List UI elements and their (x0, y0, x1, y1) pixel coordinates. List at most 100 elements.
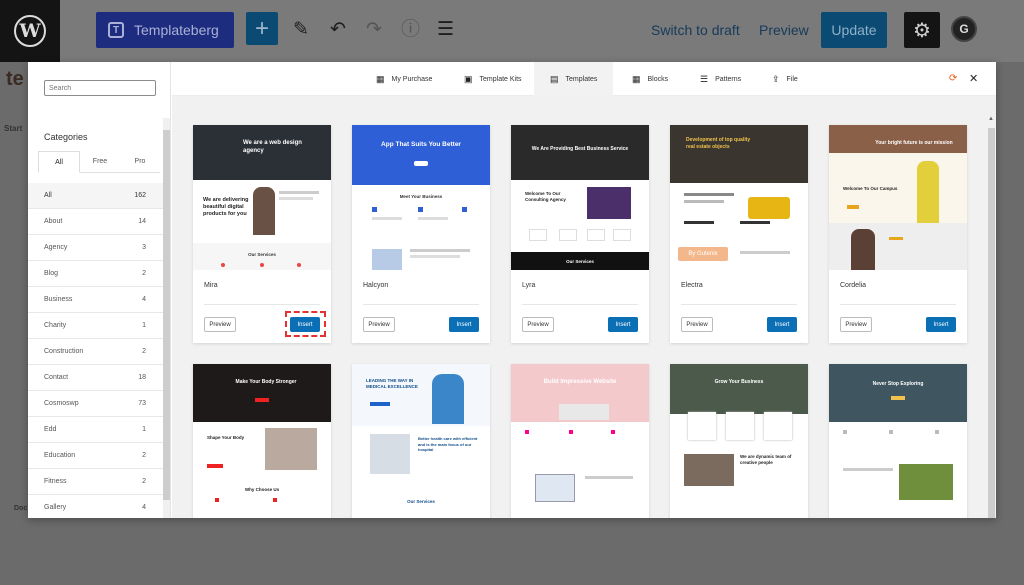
category-count: 2 (142, 478, 146, 485)
category-count: 162 (134, 192, 146, 199)
wordpress-icon: W (14, 15, 46, 47)
category-filter-tabs: All Free Pro (38, 151, 160, 173)
doc-text-fragment: Doc (14, 505, 28, 512)
wordpress-logo[interactable]: W (0, 0, 60, 62)
preview-button[interactable]: Preview (522, 317, 554, 332)
kit-icon: ▣ (464, 73, 473, 84)
tab-templates[interactable]: ▤ Templates (534, 62, 614, 96)
template-thumbnail[interactable]: We Are Providing Best Business Service W… (511, 125, 649, 270)
switch-to-draft-button[interactable]: Switch to draft (651, 22, 740, 38)
category-name: Gallery (44, 504, 67, 511)
blocks-icon: ▦ (632, 73, 641, 84)
categories-heading: Categories (44, 132, 88, 142)
template-thumbnail[interactable]: LEADING THE WAY IN MEDICAL EXCELLENCE Be… (352, 364, 490, 518)
tab-template-kits[interactable]: ▣ Template Kits (460, 62, 526, 96)
category-item-agency[interactable]: Agency 3 (28, 235, 163, 261)
add-block-button[interactable]: + (246, 12, 278, 45)
category-name: Education (44, 452, 76, 459)
category-item-business[interactable]: Business 4 (28, 287, 163, 313)
post-title-fragment: te (6, 68, 24, 90)
preview-button[interactable]: Preview (840, 317, 872, 332)
content-scrollbar[interactable]: ▲ (987, 114, 996, 518)
category-item-contact[interactable]: Contact 18 (28, 365, 163, 391)
category-count: 4 (142, 504, 146, 511)
category-count: 2 (142, 348, 146, 355)
category-count: 1 (142, 426, 146, 433)
insert-button[interactable]: Insert (449, 317, 479, 332)
category-item-gallery[interactable]: Gallery 4 (28, 495, 163, 518)
pencil-icon[interactable]: ✎ (293, 18, 309, 42)
template-card-cordelia: Your bright future is our mission Welcom… (829, 125, 967, 343)
templateberg-icon: T (108, 22, 124, 38)
template-name: Cordelia (840, 282, 867, 289)
category-count: 73 (138, 400, 146, 407)
category-list: All 162 About 14 Agency 3 Blog 2 Business 4 Charit… (28, 183, 163, 518)
template-card-exploring: Never Stop Exploring (829, 364, 967, 518)
undo-icon[interactable]: ↶ (330, 18, 346, 42)
category-name: All (44, 192, 52, 199)
category-count: 1 (142, 322, 146, 329)
category-item-edd[interactable]: Edd 1 (28, 417, 163, 443)
update-button[interactable]: Update (821, 12, 887, 48)
tab-patterns[interactable]: ☰ Patterns (696, 62, 745, 96)
template-card-grow-business: Grow Your Business We are dynamic team o… (670, 364, 808, 518)
template-thumbnail[interactable]: Build Impressive Website (511, 364, 649, 518)
upload-icon: ⇪ (772, 73, 780, 84)
category-item-blog[interactable]: Blog 2 (28, 261, 163, 287)
category-count: 2 (142, 452, 146, 459)
preview-button[interactable]: Preview (363, 317, 395, 332)
preview-button[interactable]: Preview (204, 317, 236, 332)
template-name: Halcyon (363, 282, 389, 289)
template-name: Lyra (522, 282, 536, 289)
category-name: Fitness (44, 478, 67, 485)
category-item-fitness[interactable]: Fitness 2 (28, 469, 163, 495)
list-icon: ☰ (700, 73, 709, 84)
close-icon[interactable]: ✕ (969, 72, 978, 85)
sidebar-scrollbar[interactable] (163, 118, 170, 518)
category-item-construction[interactable]: Construction 2 (28, 339, 163, 365)
category-item-cosmoswp[interactable]: Cosmoswp 73 (28, 391, 163, 417)
tab-pro[interactable]: Pro (120, 151, 160, 172)
category-count: 4 (142, 296, 146, 303)
settings-gear-icon[interactable]: ⚙ (904, 12, 940, 48)
scroll-up-icon[interactable]: ▲ (988, 116, 994, 122)
template-card-mira: We are a web design agency We are delive… (193, 125, 331, 343)
gutenix-badge: By Gutenix (678, 247, 728, 261)
template-thumbnail[interactable]: Never Stop Exploring (829, 364, 967, 518)
g-plugin-icon[interactable]: G (951, 16, 977, 42)
tab-file[interactable]: ⇪ File (768, 62, 802, 96)
search-input[interactable] (44, 80, 156, 96)
redo-icon[interactable]: ↷ (366, 18, 382, 42)
insert-button[interactable]: Insert (926, 317, 956, 332)
tab-blocks[interactable]: ▦ Blocks (628, 62, 672, 96)
category-item-education[interactable]: Education 2 (28, 443, 163, 469)
list-view-icon[interactable]: ☰ (437, 18, 454, 42)
category-name: Edd (44, 426, 57, 433)
category-name: Construction (44, 348, 84, 355)
template-thumbnail[interactable]: Your bright future is our mission Welcom… (829, 125, 967, 270)
template-thumbnail[interactable]: We are a web design agency We are delive… (193, 125, 331, 270)
editor-toolbar: W T Templateberg + ✎ ↶ ↷ ⓘ ☰ Switch to d… (0, 0, 1024, 62)
start-text-fragment: Start (4, 124, 23, 133)
templateberg-button[interactable]: T Templateberg (96, 12, 234, 48)
template-thumbnail[interactable]: Make Your Body Stronger Shape Your Body … (193, 364, 331, 518)
grid-icon: ▦ (376, 73, 385, 84)
refresh-icon[interactable]: ⟳ (949, 73, 957, 84)
library-tabs: ▦ My Purchase ▣ Template Kits ▤ Templates ▦… (172, 62, 996, 96)
template-name: Mira (204, 282, 218, 289)
tab-all[interactable]: All (38, 151, 80, 173)
preview-post-button[interactable]: Preview (759, 22, 809, 38)
category-item-charity[interactable]: Charity 1 (28, 313, 163, 339)
insert-button[interactable]: Insert (767, 317, 797, 332)
templateberg-label: Templateberg (134, 22, 219, 38)
info-icon[interactable]: ⓘ (401, 18, 420, 42)
insert-button[interactable]: Insert (608, 317, 638, 332)
template-thumbnail[interactable]: Development of top quality real estate o… (670, 125, 808, 270)
tab-my-purchase[interactable]: ▦ My Purchase (372, 62, 436, 96)
tab-free[interactable]: Free (80, 151, 120, 172)
category-item-about[interactable]: About 14 (28, 209, 163, 235)
template-thumbnail[interactable]: App That Suits You Better Meet Your Busi… (352, 125, 490, 270)
template-thumbnail[interactable]: Grow Your Business We are dynamic team o… (670, 364, 808, 518)
preview-button[interactable]: Preview (681, 317, 713, 332)
category-item-all[interactable]: All 162 (28, 183, 163, 209)
